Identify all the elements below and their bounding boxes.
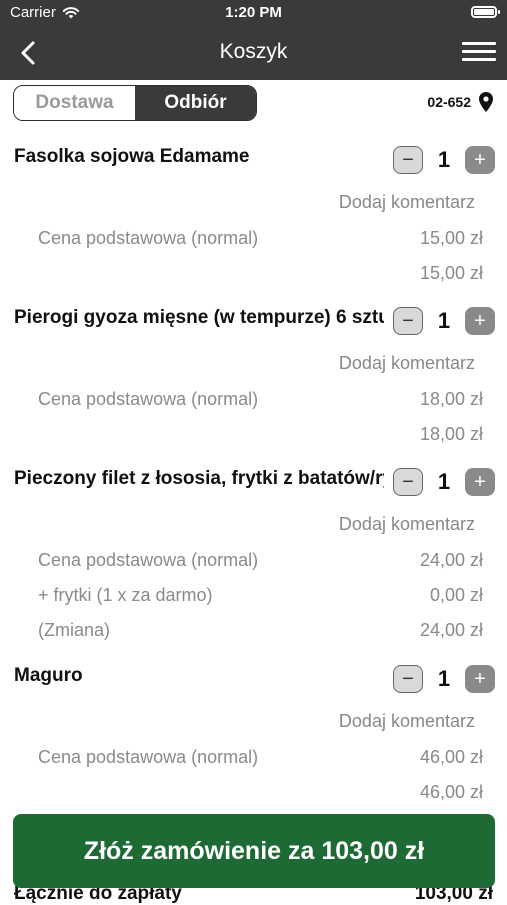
battery-icon — [471, 6, 500, 18]
hamburger-menu-icon[interactable] — [462, 38, 496, 66]
price-line-value: 24,00 zł — [419, 550, 483, 570]
tab-delivery[interactable]: Dostawa — [14, 86, 135, 120]
price-line: (Zmiana) 24,00 zł — [38, 620, 483, 641]
decrease-quantity-button[interactable]: − — [393, 146, 423, 174]
price-line-value: 18,00 zł — [419, 389, 483, 409]
price-line: Cena podstawowa (normal) 18,00 zł — [38, 389, 483, 410]
item-total: 18,00 zł — [419, 424, 483, 444]
decrease-quantity-button[interactable]: − — [393, 468, 423, 496]
page-title: Koszyk — [219, 40, 288, 63]
postcode-label: 02-652 — [427, 94, 471, 110]
item-total-line: 46,00 zł — [38, 782, 483, 803]
add-comment-link[interactable]: Dodaj komentarz — [339, 514, 475, 535]
location-selector[interactable]: 02-652 — [427, 92, 493, 112]
price-line-value: 46,00 zł — [419, 747, 483, 767]
item-name: Pierogi gyoza mięsne (w tempurze) 6 sztu… — [14, 307, 384, 328]
location-pin-icon — [479, 92, 493, 112]
price-line-label: Cena podstawowa (normal) — [38, 228, 259, 248]
delivery-mode-segmented-control: Dostawa Odbiór — [13, 85, 257, 121]
item-name: Pieczony filet z łososia, frytki z batat… — [14, 468, 384, 489]
price-line-value: 24,00 zł — [419, 620, 483, 640]
cart-item: Pieczony filet z łososia, frytki z batat… — [0, 452, 507, 649]
price-line-label: (Zmiana) — [38, 620, 111, 640]
decrease-quantity-button[interactable]: − — [393, 665, 423, 693]
increase-quantity-button[interactable]: + — [465, 146, 495, 174]
item-total: 46,00 zł — [419, 782, 483, 802]
status-time: 1:20 PM — [225, 4, 282, 21]
add-comment-link[interactable]: Dodaj komentarz — [339, 192, 475, 213]
item-total-line: 15,00 zł — [38, 263, 483, 284]
navigation-bar: Koszyk — [0, 26, 507, 80]
price-line-value: 15,00 zł — [419, 228, 483, 248]
item-total: 15,00 zł — [419, 263, 483, 283]
price-line-label: Cena podstawowa (normal) — [38, 747, 259, 767]
price-line: Cena podstawowa (normal) 46,00 zł — [38, 747, 483, 768]
quantity-value: 1 — [437, 469, 451, 494]
quantity-value: 1 — [437, 147, 451, 172]
increase-quantity-button[interactable]: + — [465, 307, 495, 335]
increase-quantity-button[interactable]: + — [465, 665, 495, 693]
cart-item: Pierogi gyoza mięsne (w tempurze) 6 sztu… — [0, 291, 507, 452]
price-line-label: + frytki (1 x za darmo) — [38, 585, 213, 605]
increase-quantity-button[interactable]: + — [465, 468, 495, 496]
item-name: Fasolka sojowa Edamame — [14, 146, 250, 167]
price-line: + frytki (1 x za darmo) 0,00 zł — [38, 585, 483, 606]
price-line: Cena podstawowa (normal) 24,00 zł — [38, 550, 483, 571]
price-line-label: Cena podstawowa (normal) — [38, 389, 259, 409]
place-order-button[interactable]: Złóż zamówienie za 103,00 zł — [13, 814, 495, 888]
tab-pickup[interactable]: Odbiór — [135, 86, 256, 120]
quantity-stepper: − 1 + — [393, 146, 495, 174]
quantity-stepper: − 1 + — [393, 468, 495, 496]
decrease-quantity-button[interactable]: − — [393, 307, 423, 335]
quantity-stepper: − 1 + — [393, 665, 495, 693]
item-name: Maguro — [14, 665, 83, 686]
quantity-stepper: − 1 + — [393, 307, 495, 335]
status-bar: Carrier 1:20 PM — [0, 0, 507, 26]
price-line-label: Cena podstawowa (normal) — [38, 550, 259, 570]
add-comment-link[interactable]: Dodaj komentarz — [339, 353, 475, 374]
quantity-value: 1 — [437, 308, 451, 333]
cart-item: Fasolka sojowa Edamame − 1 + Dodaj komen… — [0, 130, 507, 291]
price-line-value: 0,00 zł — [429, 585, 483, 605]
price-line: Cena podstawowa (normal) 15,00 zł — [38, 228, 483, 249]
cart-item-list: Fasolka sojowa Edamame − 1 + Dodaj komen… — [0, 130, 507, 810]
cart-item: Maguro − 1 + Dodaj komentarz Cena podsta… — [0, 649, 507, 810]
add-comment-link[interactable]: Dodaj komentarz — [339, 711, 475, 732]
item-total-line: 18,00 zł — [38, 424, 483, 445]
quantity-value: 1 — [437, 666, 451, 691]
